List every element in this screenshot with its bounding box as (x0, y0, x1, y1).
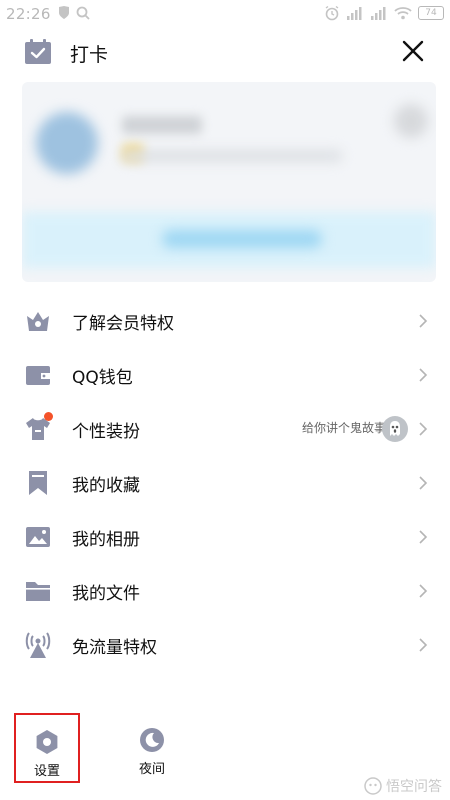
bookmark-icon (29, 471, 47, 495)
menu-label: 我的相册 (72, 530, 140, 550)
profile-name-blurred (122, 116, 202, 134)
chevron-right-icon (419, 422, 428, 436)
menu-item-vip-privileges[interactable]: 了解会员特权 (0, 294, 450, 348)
calendar-check-icon[interactable] (24, 38, 52, 66)
watermark-text: 悟空问答 (386, 779, 442, 795)
drawer-header: 打卡 (0, 28, 450, 76)
menu-item-album[interactable]: 我的相册 (0, 510, 450, 564)
avatar[interactable] (36, 112, 98, 174)
theme-name: 给你讲个鬼故事 (301, 421, 386, 435)
status-left-icons (58, 6, 90, 20)
night-mode-button[interactable]: 夜间 (122, 727, 182, 783)
chevron-right-icon (419, 476, 428, 490)
ghost-theme-icon (382, 416, 408, 442)
notification-dot (44, 412, 53, 421)
menu-label: 我的收藏 (72, 476, 140, 496)
checkin-label[interactable]: 打卡 (70, 40, 108, 67)
chevron-right-icon (419, 530, 428, 544)
menu-label: 了解会员特权 (72, 314, 174, 334)
chevron-right-icon (419, 368, 428, 382)
shield-icon (59, 6, 69, 19)
wallet-icon (26, 366, 50, 385)
menu-item-qq-wallet[interactable]: QQ钱包 (0, 348, 450, 402)
search-icon (76, 6, 90, 20)
crown-icon (27, 312, 49, 331)
settings-label: 设置 (33, 764, 60, 779)
qr-code-blurred[interactable] (394, 104, 428, 138)
wukong-logo-icon (364, 777, 382, 795)
chevron-right-icon (419, 584, 428, 598)
antenna-icon (25, 632, 51, 658)
alarm-icon (325, 5, 339, 21)
status-time: 22:26 (6, 5, 51, 23)
settings-hexagon-icon (36, 730, 58, 754)
menu-label: 我的文件 (72, 584, 140, 604)
profile-card[interactable] (22, 82, 436, 282)
photo-icon (26, 527, 50, 547)
menu-item-free-data[interactable]: 免流量特权 (0, 618, 450, 672)
close-icon[interactable] (400, 38, 426, 64)
menu-item-favorites[interactable]: 我的收藏 (0, 456, 450, 510)
signal-icon (371, 7, 386, 20)
signal-icon (347, 7, 362, 20)
battery-indicator: 74 (418, 6, 444, 20)
folder-icon (26, 582, 50, 601)
chevron-right-icon (419, 314, 428, 328)
menu-item-personalization[interactable]: 个性装扮 给你讲个鬼故事 (0, 402, 450, 456)
profile-signature-blurred (122, 150, 342, 162)
menu-item-files[interactable]: 我的文件 (0, 564, 450, 618)
menu-label: QQ钱包 (72, 368, 133, 388)
status-right: 74 (324, 5, 444, 21)
menu-label: 免流量特权 (72, 638, 157, 658)
drawer-menu: 了解会员特权 QQ钱包 个性装扮 给你讲个鬼故事 我的收藏 我的相册 我的文件 … (0, 294, 450, 672)
wifi-icon (394, 7, 412, 20)
settings-button[interactable]: 设置 (14, 713, 80, 783)
profile-banner-button-blurred (162, 230, 322, 248)
night-label: 夜间 (138, 762, 165, 777)
watermark: 悟空问答 (364, 776, 442, 796)
moon-icon (140, 728, 164, 752)
status-bar: 22:26 74 (0, 0, 450, 28)
menu-label: 个性装扮 (72, 422, 140, 442)
chevron-right-icon (419, 638, 428, 652)
